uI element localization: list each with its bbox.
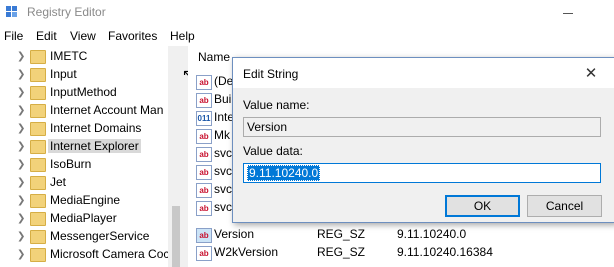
string-value-icon: ab — [196, 93, 212, 108]
string-value-icon: ab — [196, 201, 212, 216]
chevron-right-icon[interactable]: ❯ — [17, 249, 25, 260]
chevron-right-icon[interactable]: ❯ — [17, 51, 25, 62]
chevron-right-icon[interactable]: ❯ — [17, 231, 25, 242]
folder-icon — [30, 176, 46, 190]
tree-item[interactable]: ❯ InputMethod — [0, 84, 184, 102]
chevron-right-icon[interactable]: ❯ — [17, 213, 25, 224]
tree-item-label: IMETC — [50, 49, 88, 63]
tree-item[interactable]: ❯ IMETC — [0, 48, 184, 66]
tree-item[interactable]: ❯ IsoBurn — [0, 156, 184, 174]
chevron-right-icon[interactable]: ❯ — [17, 105, 25, 116]
value-name: Version — [214, 227, 255, 241]
tree-item[interactable]: ❯ MessengerService — [0, 228, 184, 246]
dialog-title-bar: Edit String ✕ — [233, 58, 614, 88]
folder-icon — [30, 68, 46, 82]
value-type: REG_SZ — [317, 245, 366, 259]
key-tree[interactable]: ❯ IMETC ❯ Input ❯ InputMethod ❯ Internet… — [0, 46, 184, 267]
value-name-field: Version — [243, 117, 601, 137]
string-value-icon: ab — [196, 129, 212, 144]
folder-icon — [30, 194, 46, 208]
menu-favorites[interactable]: Favorites — [108, 29, 157, 43]
registry-editor-icon — [5, 5, 21, 19]
folder-icon — [30, 230, 46, 244]
tree-item[interactable]: ❯ Input — [0, 66, 184, 84]
folder-icon — [30, 212, 46, 226]
chevron-right-icon[interactable]: ❯ — [17, 141, 25, 152]
tree-item[interactable]: ❯ Jet — [0, 174, 184, 192]
value-name: Inte — [214, 110, 235, 124]
tree-item-label: MediaPlayer — [50, 211, 117, 225]
close-icon[interactable]: ✕ — [581, 64, 601, 84]
tree-item-label: InputMethod — [50, 85, 117, 99]
minimize-button[interactable] — [546, 0, 592, 26]
tree-item-label: IsoBurn — [50, 157, 92, 171]
value-name: Mk — [214, 128, 230, 142]
menu-view[interactable]: View — [70, 29, 96, 43]
menu-edit[interactable]: Edit — [36, 29, 57, 43]
chevron-right-icon[interactable]: ❯ — [17, 159, 25, 170]
value-name-label: Value name: — [243, 98, 310, 112]
list-item-version[interactable]: ab Version REG_SZ 9.11.10240.0 — [188, 226, 614, 244]
ok-button[interactable]: OK — [445, 195, 520, 217]
folder-icon — [30, 86, 46, 100]
tree-item[interactable]: ❯ MediaPlayer — [0, 210, 184, 228]
tree-item[interactable]: ❯ MediaEngine — [0, 192, 184, 210]
tree-item-label: Internet Account Man — [50, 103, 164, 117]
tree-item-label: MessengerService — [50, 229, 150, 243]
string-value-icon: ab — [196, 183, 212, 198]
value-name: svc — [214, 182, 232, 196]
tree-item[interactable]: ❯ Internet Domains — [0, 120, 184, 138]
tree-item-internet-explorer[interactable]: ❯ Internet Explorer — [0, 138, 184, 156]
title-bar: Registry Editor — [0, 0, 614, 26]
value-data-label: Value data: — [243, 144, 303, 158]
tree-item-label: Internet Explorer — [48, 139, 141, 153]
tree-item-label: Internet Domains — [50, 121, 142, 135]
tree-item-label: Microsoft Camera Coc — [50, 247, 170, 261]
string-value-icon: ab — [196, 75, 212, 90]
tree-scrollbar-thumb[interactable] — [172, 206, 180, 267]
value-data: 9.11.10240.16384 — [397, 245, 493, 259]
value-name: (De — [214, 74, 234, 88]
list-item-w2kversion[interactable]: ab W2kVersion REG_SZ 9.11.10240.16384 — [188, 244, 614, 262]
column-header-name[interactable]: Name — [198, 50, 230, 70]
folder-icon — [30, 104, 46, 118]
tree-item-label: Jet — [50, 175, 67, 189]
value-name: Buil — [214, 92, 235, 106]
folder-icon — [30, 122, 46, 136]
string-value-icon: ab — [196, 228, 212, 243]
value-data-text: 9.11.10240.0 — [247, 165, 321, 181]
dialog-title: Edit String — [243, 67, 299, 81]
chevron-right-icon[interactable]: ❯ — [17, 177, 25, 188]
tree-item[interactable]: ❯ Microsoft Camera Coc — [0, 246, 184, 264]
value-name: svc — [214, 146, 232, 160]
value-name: svc — [214, 164, 232, 178]
cancel-button[interactable]: Cancel — [527, 195, 602, 217]
string-value-icon: ab — [196, 165, 212, 180]
menu-file[interactable]: File — [4, 29, 23, 43]
folder-icon — [30, 248, 46, 262]
value-name: svc — [214, 200, 232, 214]
string-value-icon: ab — [196, 246, 212, 261]
value-type: REG_SZ — [317, 227, 366, 241]
chevron-right-icon[interactable]: ❯ — [17, 123, 25, 134]
chevron-right-icon[interactable]: ❯ — [17, 195, 25, 206]
folder-icon — [30, 140, 46, 154]
window-title: Registry Editor — [27, 5, 106, 19]
string-value-icon: ab — [196, 147, 212, 162]
value-data-input[interactable]: 9.11.10240.0 — [243, 163, 601, 183]
folder-icon — [30, 50, 46, 64]
menu-help[interactable]: Help — [170, 29, 195, 43]
tree-item[interactable]: ❯ Internet Account Man — [0, 102, 184, 120]
value-name: W2kVersion — [214, 245, 279, 259]
chevron-right-icon[interactable]: ❯ — [17, 69, 25, 80]
edit-string-dialog: Edit String ✕ Value name: Version Value … — [232, 57, 614, 223]
value-data: 9.11.10240.0 — [397, 227, 467, 241]
binary-value-icon: 011 — [196, 111, 212, 126]
tree-item-label: MediaEngine — [50, 193, 121, 207]
tree-item-label: Input — [50, 67, 77, 81]
folder-icon — [30, 158, 46, 172]
chevron-right-icon[interactable]: ❯ — [17, 87, 25, 98]
menu-bar: File Edit View Favorites Help — [0, 26, 614, 46]
